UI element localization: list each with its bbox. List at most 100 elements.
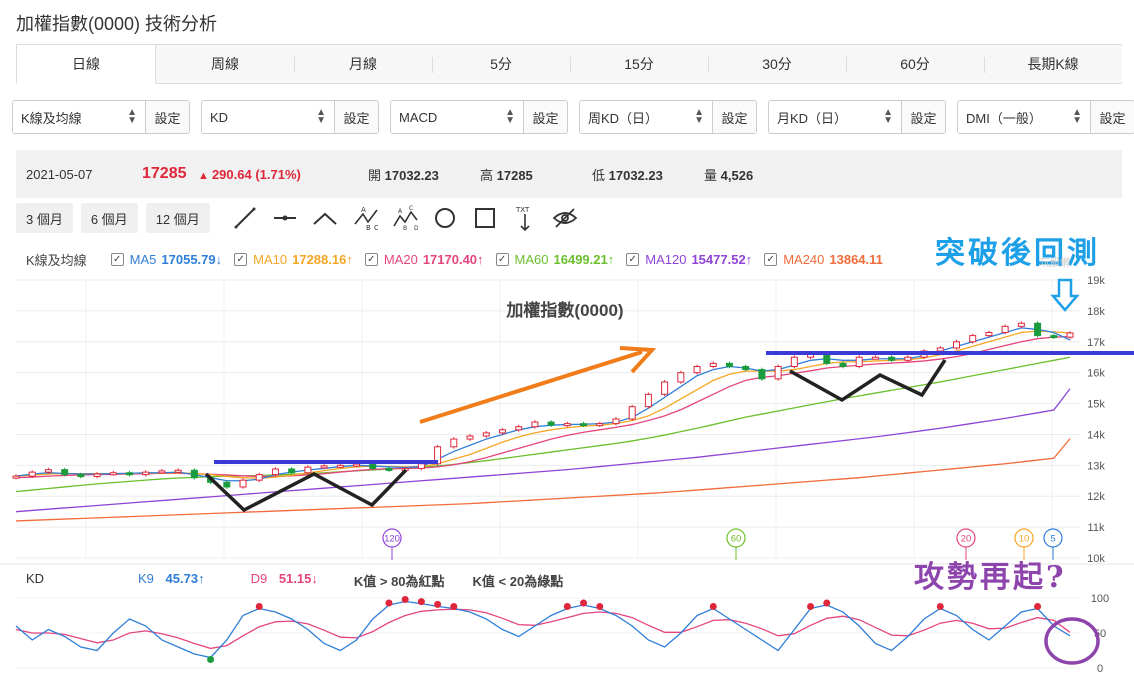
ma-legend-ma240[interactable]: ✓ MA240 13864.11: [764, 252, 883, 267]
y-tick-label: 10k: [1087, 553, 1105, 565]
k-over-80-dot: [823, 599, 831, 607]
candle-body: [661, 381, 669, 395]
settings-button-0[interactable]: 設定: [145, 101, 189, 133]
tab-4[interactable]: 15分: [570, 44, 708, 83]
candle-body: [353, 463, 361, 467]
candle-body: [77, 474, 85, 478]
quote-price: 17285: [142, 165, 187, 182]
tab-3[interactable]: 5分: [432, 44, 570, 83]
line-tool-icon[interactable]: [232, 204, 258, 232]
ma-value: 17055.79↓: [161, 252, 223, 267]
ma-marker-label: 5: [1050, 534, 1055, 545]
ma-marker-label: 60: [731, 534, 742, 545]
candle-body: [742, 365, 750, 371]
k9-label: K9 45.73↑: [138, 571, 205, 590]
checkbox-icon[interactable]: ✓: [364, 253, 378, 266]
settings-button-5[interactable]: 設定: [1090, 101, 1134, 133]
hide-tool-icon[interactable]: [552, 204, 578, 232]
ma-value: 15477.52↑: [691, 252, 753, 267]
ma-name: MA10: [253, 252, 288, 267]
range-button-0[interactable]: 3 個月: [16, 203, 73, 233]
d9-value: 51.15↓: [278, 571, 318, 586]
ma-legend-ma120[interactable]: ✓ MA120 15477.52↑: [626, 252, 752, 267]
candle-body: [126, 472, 134, 476]
indicator-select-0[interactable]: K線及均線 ▲ ▼: [13, 101, 145, 133]
kd-line-d9: [15, 608, 1071, 650]
tab-0[interactable]: 日線: [16, 44, 156, 84]
k-over-80-dot: [385, 599, 393, 607]
quote-date: 2021-05-07: [26, 166, 93, 182]
candle-body: [677, 372, 685, 383]
ma-legend-ma60[interactable]: ✓ MA60 16499.21↑: [495, 252, 614, 267]
updown-arrow-icon: ▲ ▼: [1072, 107, 1082, 126]
indicator-selector-1: KD ▲ ▼ 設定: [201, 100, 379, 134]
y-tick-label: 16k: [1087, 368, 1105, 380]
candle-body: [336, 464, 344, 468]
angle-tool-icon[interactable]: [312, 204, 338, 232]
ma-legend-ma20[interactable]: ✓ MA20 17170.40↑: [364, 252, 484, 267]
rectangle-tool-icon[interactable]: [472, 204, 498, 232]
candle-body: [1066, 332, 1074, 338]
low-label: 低: [592, 167, 606, 183]
candle-body: [109, 472, 117, 476]
ma-name: MA120: [645, 252, 687, 267]
candle-body: [774, 365, 782, 380]
range-button-2[interactable]: 12 個月: [145, 203, 210, 233]
trend-arrow-head: [619, 346, 657, 374]
candle-body: [547, 421, 555, 426]
high-value: 17285: [496, 167, 533, 183]
range-button-1[interactable]: 6 個月: [80, 203, 138, 233]
svg-text:D: D: [414, 225, 418, 232]
settings-button-4[interactable]: 設定: [901, 101, 945, 133]
ma-line-ma240: [15, 438, 1071, 522]
indicator-select-1[interactable]: KD ▲ ▼: [202, 101, 334, 133]
indicator-select-3[interactable]: 周KD（日） ▲ ▼: [580, 101, 712, 133]
kd-legend: KD K9 45.73↑ D9 51.15↓ K值 > 80為紅點 K值 < 2…: [26, 571, 563, 590]
candle-body: [174, 469, 182, 473]
text-tool-icon[interactable]: TXT: [512, 204, 538, 232]
candle-body: [563, 423, 571, 427]
candle-body: [450, 438, 458, 448]
abc-pattern-tool-icon[interactable]: A BC: [352, 204, 378, 232]
tab-7[interactable]: 長期K線: [984, 44, 1122, 83]
tab-2[interactable]: 月線: [294, 44, 432, 83]
candle-body: [1001, 325, 1009, 334]
checkbox-icon[interactable]: ✓: [495, 253, 509, 266]
checkbox-icon[interactable]: ✓: [234, 253, 248, 266]
tab-6[interactable]: 60分: [846, 44, 984, 83]
settings-button-1[interactable]: 設定: [334, 101, 378, 133]
candle-body: [255, 474, 263, 481]
tab-5[interactable]: 30分: [708, 44, 846, 83]
ma-legend-ma10[interactable]: ✓ MA10 17288.16↑: [234, 252, 353, 267]
candle-body: [271, 468, 279, 476]
candle-body: [190, 469, 198, 479]
indicator-select-2[interactable]: MACD ▲ ▼: [391, 101, 523, 133]
kd-tick-label: 0: [1097, 663, 1103, 675]
checkbox-icon[interactable]: ✓: [764, 253, 778, 266]
candle-body: [709, 362, 717, 367]
horizontal-line-tool-icon[interactable]: [272, 204, 298, 232]
settings-button-2[interactable]: 設定: [523, 101, 567, 133]
indicator-select-value: MACD: [399, 109, 438, 125]
ma-legend-ma5[interactable]: ✓ MA5 17055.79↓: [110, 252, 223, 267]
candle-body: [531, 421, 539, 428]
checkbox-icon[interactable]: ✓: [626, 253, 640, 266]
tab-1[interactable]: 周線: [156, 44, 294, 83]
period-tabs: 日線 周線 月線 5分 15分 30分 60分 長期K線: [16, 44, 1122, 84]
drawing-toolbar: ABC ACBD TXT: [232, 204, 578, 232]
k-over-80-dot: [434, 600, 442, 608]
indicator-select-5[interactable]: DMI（一般） ▲ ▼: [958, 101, 1090, 133]
k-over-80-dot: [709, 603, 717, 610]
down-arrow-icon: [1050, 278, 1080, 312]
candle-body: [158, 470, 166, 474]
candle-body: [12, 475, 20, 479]
candle-body: [369, 463, 377, 469]
abcd-pattern-tool-icon[interactable]: AC BD: [392, 204, 418, 232]
settings-button-3[interactable]: 設定: [712, 101, 756, 133]
checkbox-icon[interactable]: ✓: [110, 253, 124, 266]
circle-tool-icon[interactable]: [432, 204, 458, 232]
quote-bar: 2021-05-07 17285 ▲ 290.64 (1.71%) 開 1703…: [16, 150, 1122, 198]
indicator-select-4[interactable]: 月KD（日） ▲ ▼: [769, 101, 901, 133]
y-tick-label: 12k: [1087, 491, 1105, 503]
indicator-selector-2: MACD ▲ ▼ 設定: [390, 100, 568, 134]
